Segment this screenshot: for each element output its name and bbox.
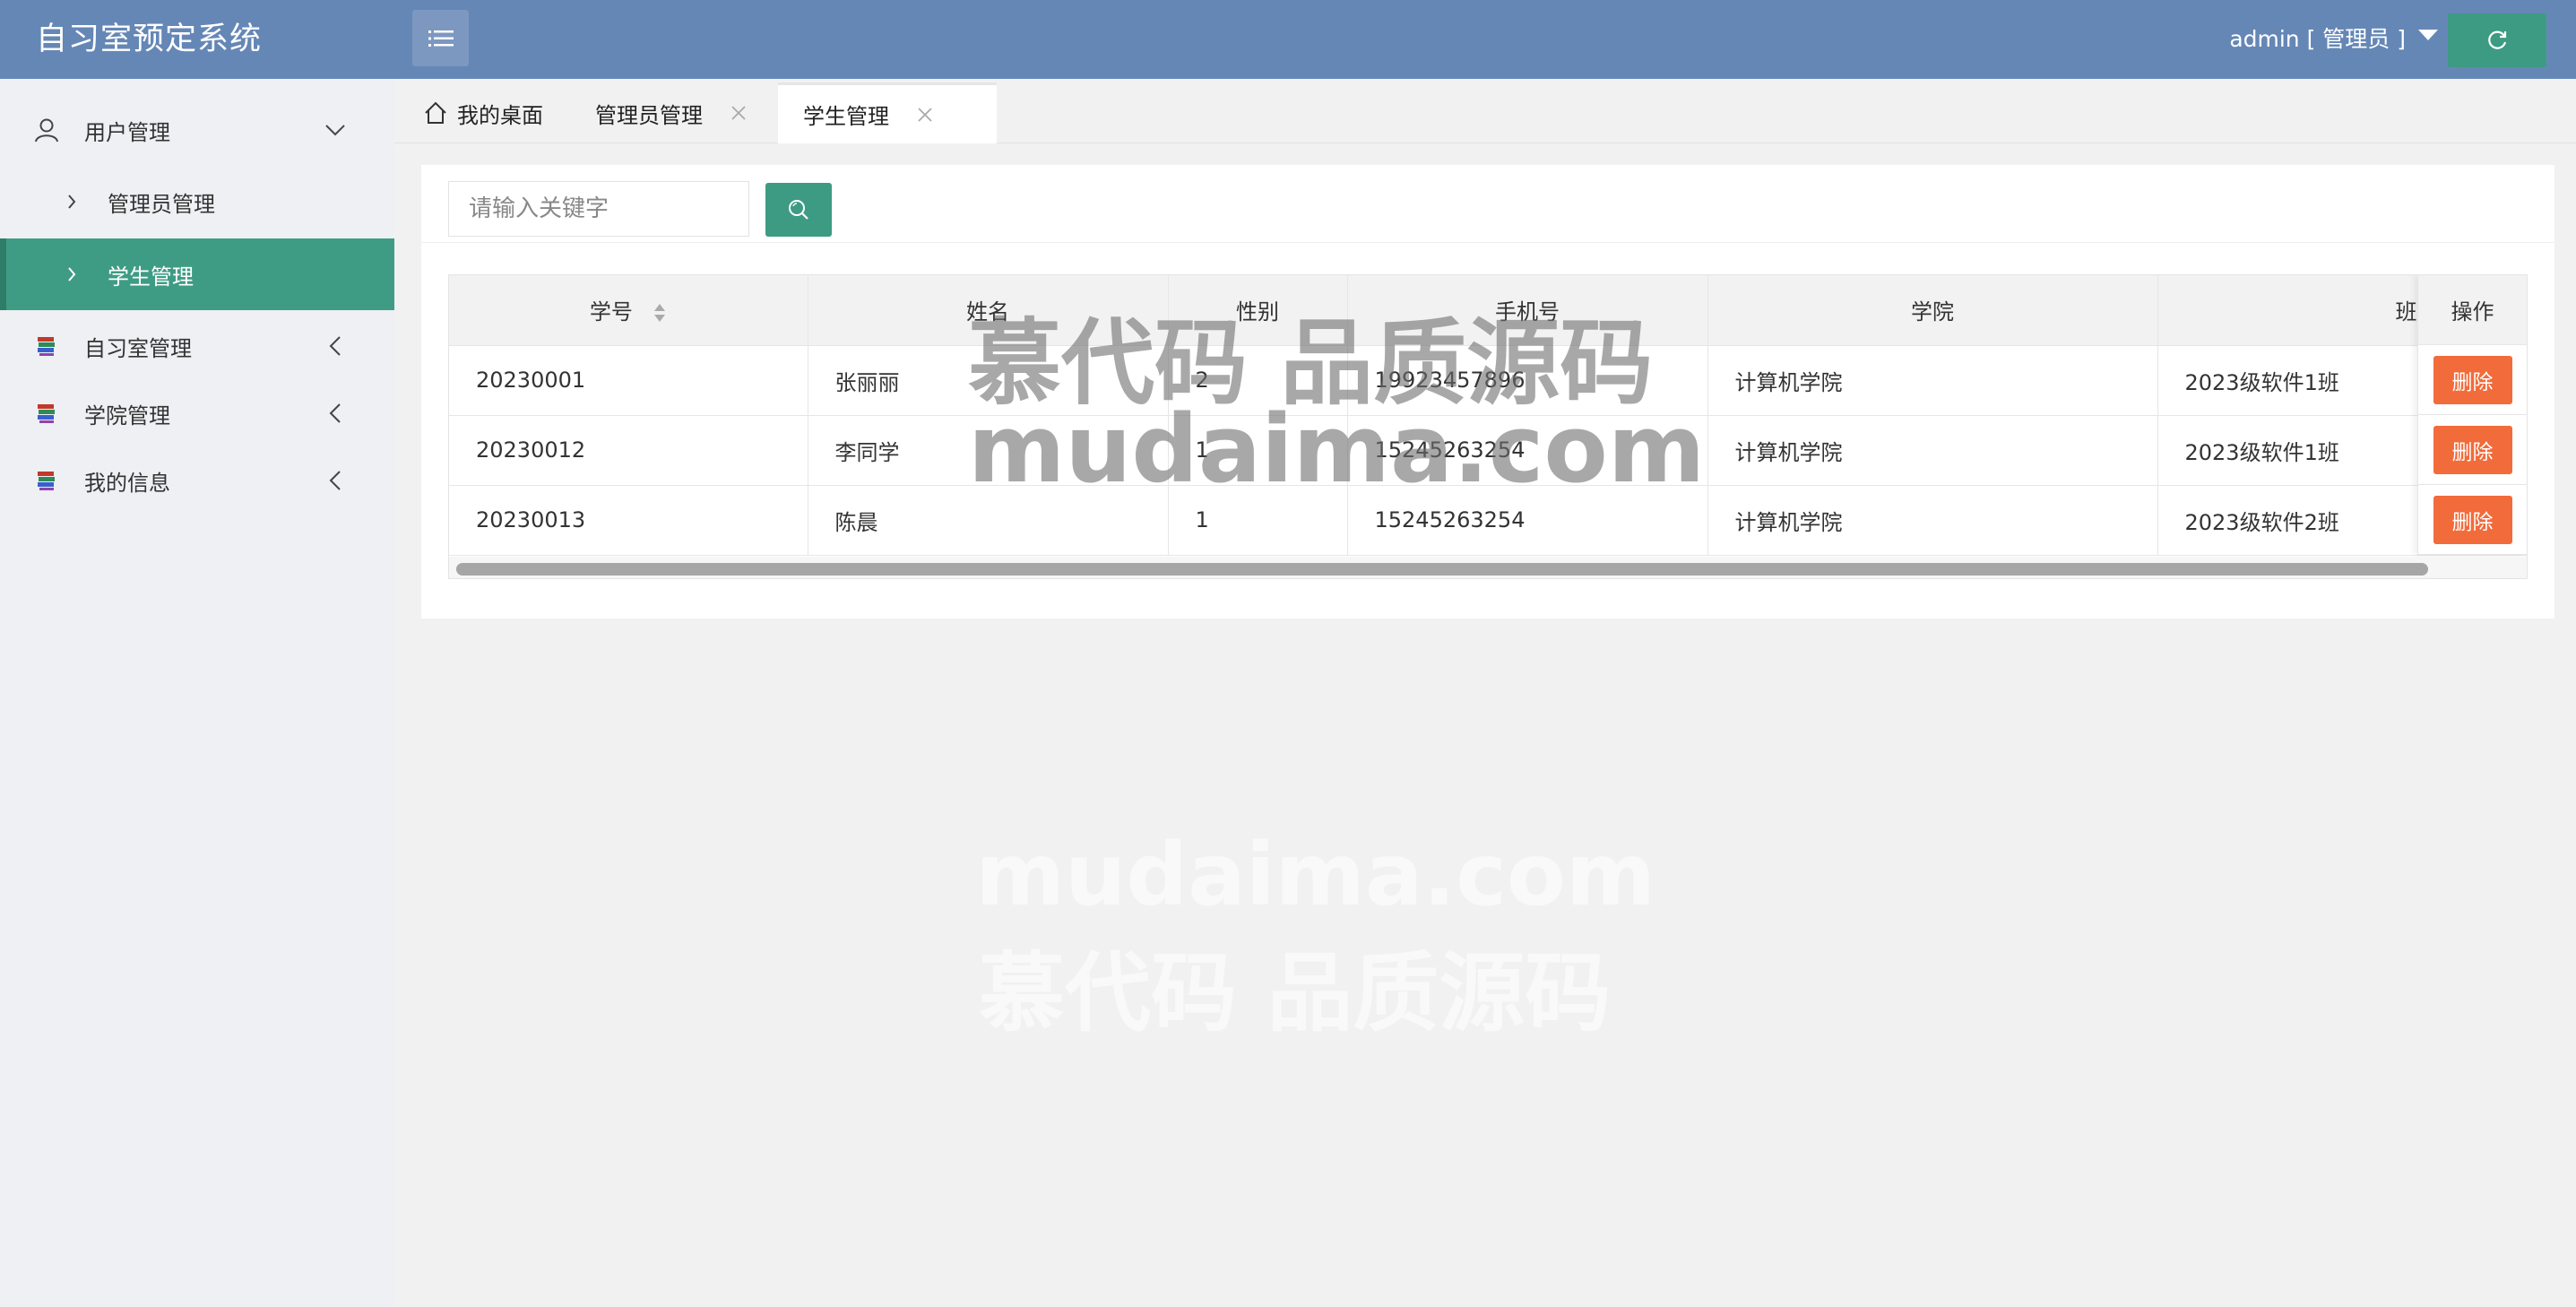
search-button[interactable]	[765, 183, 832, 237]
column-header-student-id[interactable]: 学号	[449, 275, 808, 346]
watermark-text: mudaima.com	[975, 825, 1655, 925]
divider	[421, 242, 2554, 243]
cell-college: 计算机学院	[1707, 345, 2158, 416]
chevron-right-icon	[63, 265, 81, 283]
sidebar-item-study-room-management[interactable]: 自习室管理	[0, 310, 394, 382]
chevron-left-icon	[323, 468, 348, 493]
sidebar-item-my-info[interactable]: 我的信息	[0, 445, 394, 516]
delete-button[interactable]: 删除	[2433, 355, 2512, 404]
books-icon	[32, 399, 61, 428]
user-icon	[32, 116, 61, 144]
refresh-icon	[2488, 30, 2507, 49]
close-icon[interactable]	[730, 104, 748, 122]
cell-student-id: 20230001	[449, 345, 808, 416]
app-title: 自习室预定系统	[36, 22, 263, 57]
search-icon	[789, 200, 808, 220]
column-header-action: 操作	[2417, 275, 2527, 345]
sidebar-item-label: 自习室管理	[84, 335, 192, 361]
top-header: 自习室预定系统 admin [ 管理员 ]	[0, 0, 2576, 79]
chevron-right-icon	[63, 193, 81, 211]
tab-admin-management[interactable]: 管理员管理	[595, 82, 748, 143]
books-icon	[32, 332, 61, 360]
caret-down-icon	[2418, 30, 2438, 40]
sidebar-item-label: 学院管理	[84, 402, 170, 428]
refresh-button[interactable]	[2448, 13, 2546, 67]
list-icon	[428, 30, 454, 47]
cell-college: 计算机学院	[1707, 485, 2158, 556]
watermark-text: mudaima.com	[968, 394, 1706, 504]
action-cell: 删除	[2417, 345, 2527, 415]
sidebar-item-admin-management[interactable]: 管理员管理	[0, 166, 394, 238]
sort-icon[interactable]	[653, 302, 667, 324]
sidebar: 用户管理 管理员管理 学生管理 自习室管理 学院管理 我的信息	[0, 79, 394, 1307]
close-icon[interactable]	[916, 106, 934, 124]
chevron-left-icon	[323, 333, 348, 359]
cell-college: 计算机学院	[1707, 415, 2158, 486]
sidebar-item-label: 我的信息	[84, 470, 170, 496]
tab-label: 管理员管理	[595, 102, 703, 128]
action-cell: 删除	[2417, 485, 2527, 555]
action-cell: 删除	[2417, 415, 2527, 485]
search-input[interactable]	[448, 181, 749, 237]
chevron-down-icon	[323, 117, 348, 143]
chevron-left-icon	[323, 401, 348, 426]
sidebar-item-label: 学生管理	[108, 264, 194, 290]
tab-bar: 我的桌面 管理员管理 学生管理	[394, 79, 2576, 143]
menu-toggle-button[interactable]	[412, 10, 469, 66]
user-label: admin [ 管理员 ]	[2229, 26, 2406, 52]
sidebar-item-label: 用户管理	[84, 119, 170, 145]
sidebar-item-user-management[interactable]: 用户管理	[0, 94, 394, 166]
sidebar-item-label: 管理员管理	[108, 191, 215, 217]
user-menu[interactable]: admin [ 管理员 ]	[2229, 0, 2438, 79]
fixed-action-column: 操作 删除 删除 删除	[2417, 275, 2527, 555]
delete-button[interactable]: 删除	[2433, 425, 2512, 474]
cell-student-id: 20230012	[449, 415, 808, 486]
tab-label: 学生管理	[803, 104, 889, 129]
tab-student-management[interactable]: 学生管理	[778, 82, 997, 143]
sidebar-item-student-management[interactable]: 学生管理	[0, 238, 394, 310]
horizontal-scrollbar[interactable]	[449, 557, 2527, 578]
home-icon	[425, 101, 446, 124]
scrollbar-thumb[interactable]	[456, 563, 2428, 576]
cell-student-id: 20230013	[449, 485, 808, 556]
tab-my-desktop[interactable]: 我的桌面	[418, 82, 549, 143]
watermark-text: 慕代码 品质源码	[979, 943, 1612, 1043]
sidebar-item-college-management[interactable]: 学院管理	[0, 377, 394, 449]
books-icon	[32, 466, 61, 495]
column-header-college: 学院	[1707, 275, 2158, 346]
delete-button[interactable]: 删除	[2433, 495, 2512, 544]
tab-label: 我的桌面	[457, 102, 543, 128]
